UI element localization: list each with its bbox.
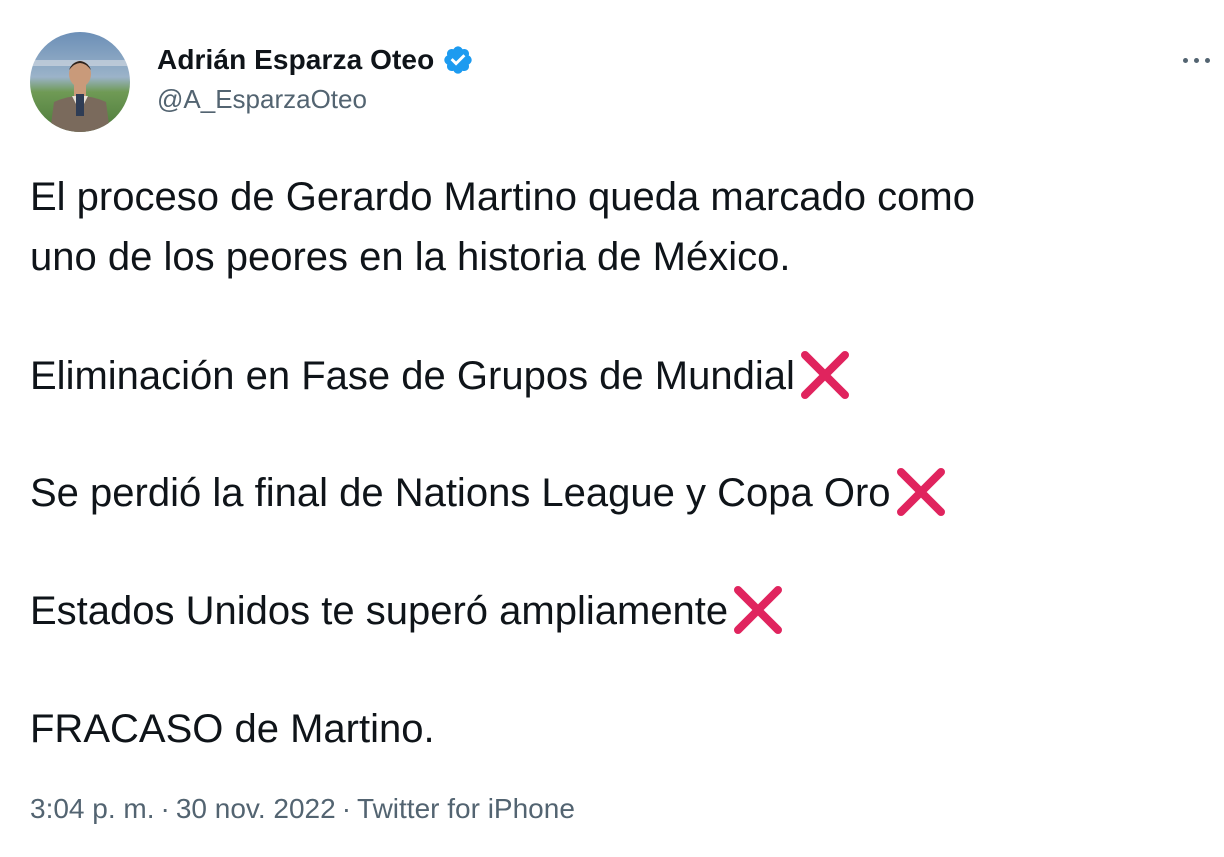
tweet-paragraph-intro: El proceso de Gerardo Martino queda marc… <box>30 167 975 287</box>
more-options-icon[interactable] <box>1176 42 1216 78</box>
tweet-item-text: Estados Unidos te superó ampliamente <box>30 589 729 633</box>
more-dot <box>1204 57 1210 63</box>
verified-badge-icon <box>442 44 474 76</box>
meta-separator: · <box>160 793 170 824</box>
more-dot <box>1193 57 1199 63</box>
tweet-item-text: Se perdió la final de Nations League y C… <box>30 471 891 515</box>
tweet-text-line: El proceso de Gerardo Martino queda marc… <box>30 175 975 219</box>
tweet-source[interactable]: Twitter for iPhone <box>357 793 575 824</box>
cross-mark-icon <box>730 582 786 638</box>
author-handle[interactable]: @A_EsparzaOteo <box>157 84 367 115</box>
tweet-date[interactable]: 30 nov. 2022 <box>176 793 336 824</box>
tweet-metadata: 3:04 p. m. · 30 nov. 2022 · Twitter for iPho… <box>30 793 575 825</box>
avatar[interactable] <box>30 32 130 132</box>
cross-mark-icon <box>797 347 853 403</box>
author-display-name[interactable]: Adrián Esparza Oteo <box>157 44 434 76</box>
cross-mark-icon <box>893 464 949 520</box>
tweet-text-line: uno de los peores en la historia de Méxi… <box>30 235 791 279</box>
author-row: Adrián Esparza Oteo <box>157 40 474 80</box>
tweet-item: Estados Unidos te superó ampliamente <box>30 581 786 641</box>
tweet-closing-line: FRACASO de Martino. <box>30 707 435 751</box>
tweet: Adrián Esparza Oteo @A_EsparzaOteo El pr… <box>0 0 1224 857</box>
tweet-time[interactable]: 3:04 p. m. <box>30 793 155 824</box>
tweet-item: Se perdió la final de Nations League y C… <box>30 463 949 523</box>
tweet-item-text: Eliminación en Fase de Grupos de Mundial <box>30 354 795 398</box>
more-dot <box>1182 57 1188 63</box>
tweet-item: Eliminación en Fase de Grupos de Mundial <box>30 346 853 406</box>
meta-separator: · <box>341 793 352 824</box>
